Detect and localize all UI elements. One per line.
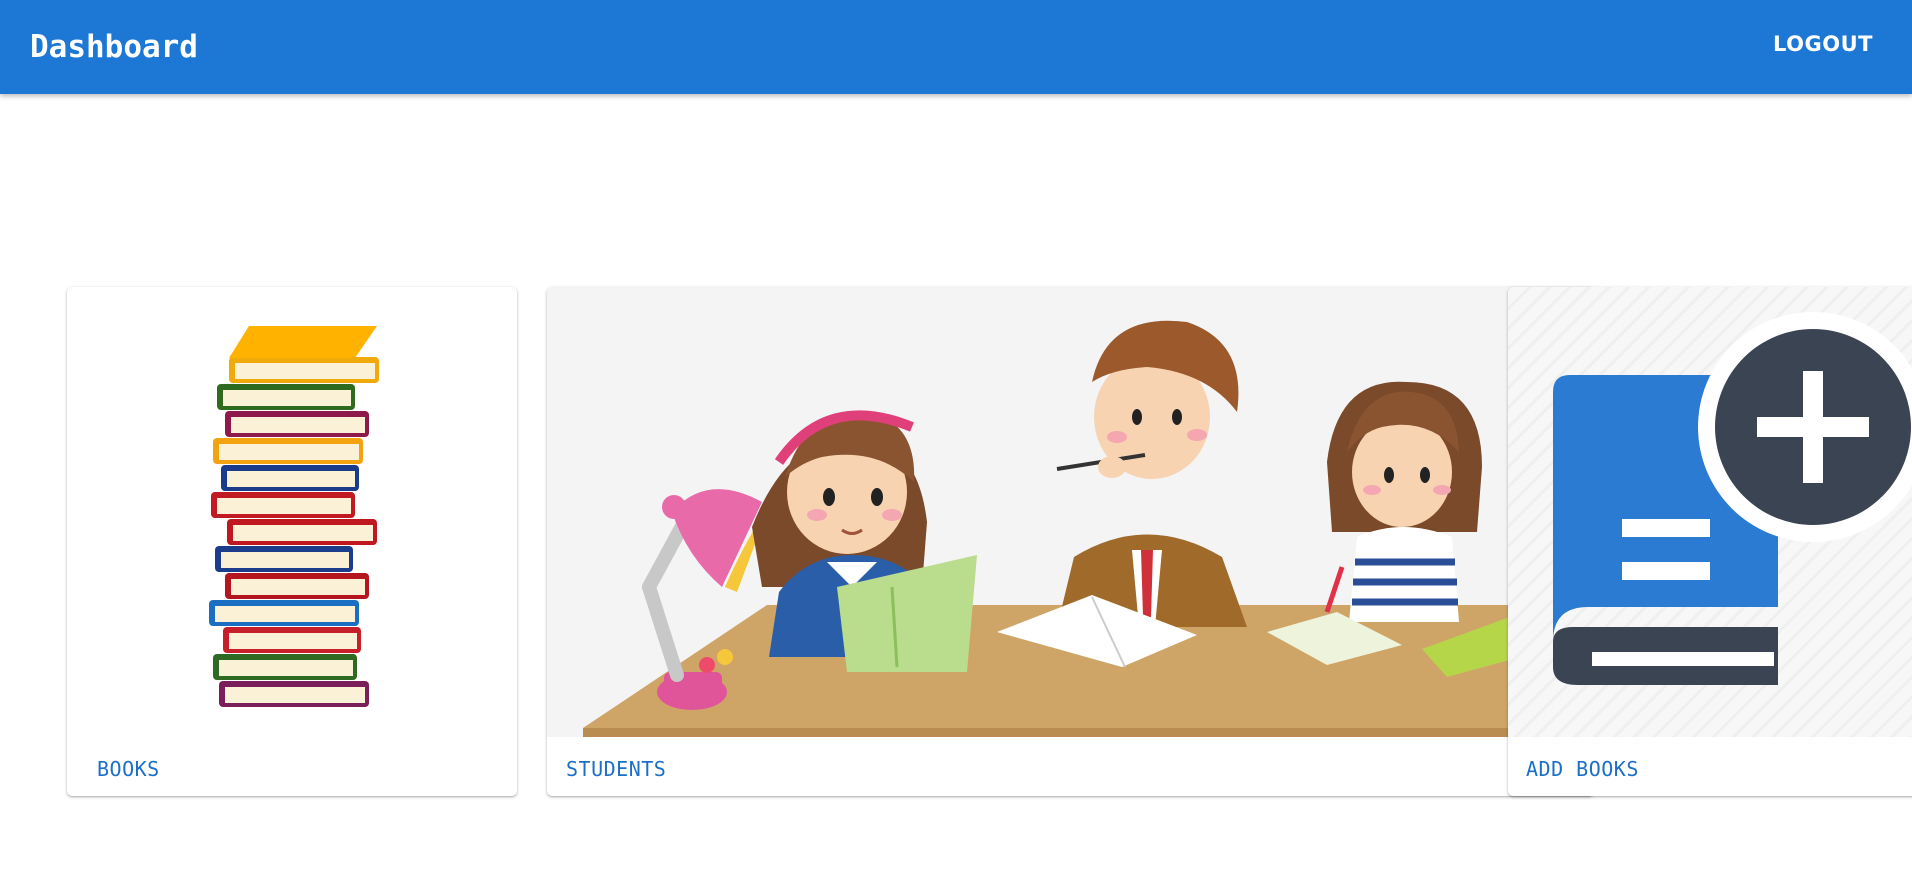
book-stack-icon	[209, 326, 379, 707]
app-bar: Dashboard LOGOUT	[0, 0, 1912, 94]
add-book-icon	[1508, 287, 1912, 737]
add-books-card-image[interactable]	[1508, 287, 1912, 737]
add-books-card[interactable]: ADD BOOKS	[1508, 287, 1912, 796]
books-card[interactable]: BOOKS	[67, 287, 517, 796]
logout-button[interactable]: LOGOUT	[1765, 28, 1881, 60]
students-card-image[interactable]	[547, 287, 1594, 737]
page-title: Dashboard	[30, 29, 198, 65]
students-button[interactable]: STUDENTS	[558, 751, 674, 787]
students-studying-illustration	[547, 287, 1594, 737]
add-books-button[interactable]: ADD BOOKS	[1518, 751, 1647, 787]
books-card-image[interactable]	[67, 287, 517, 737]
books-button[interactable]: BOOKS	[89, 751, 168, 787]
students-card[interactable]: STUDENTS	[547, 287, 1594, 796]
